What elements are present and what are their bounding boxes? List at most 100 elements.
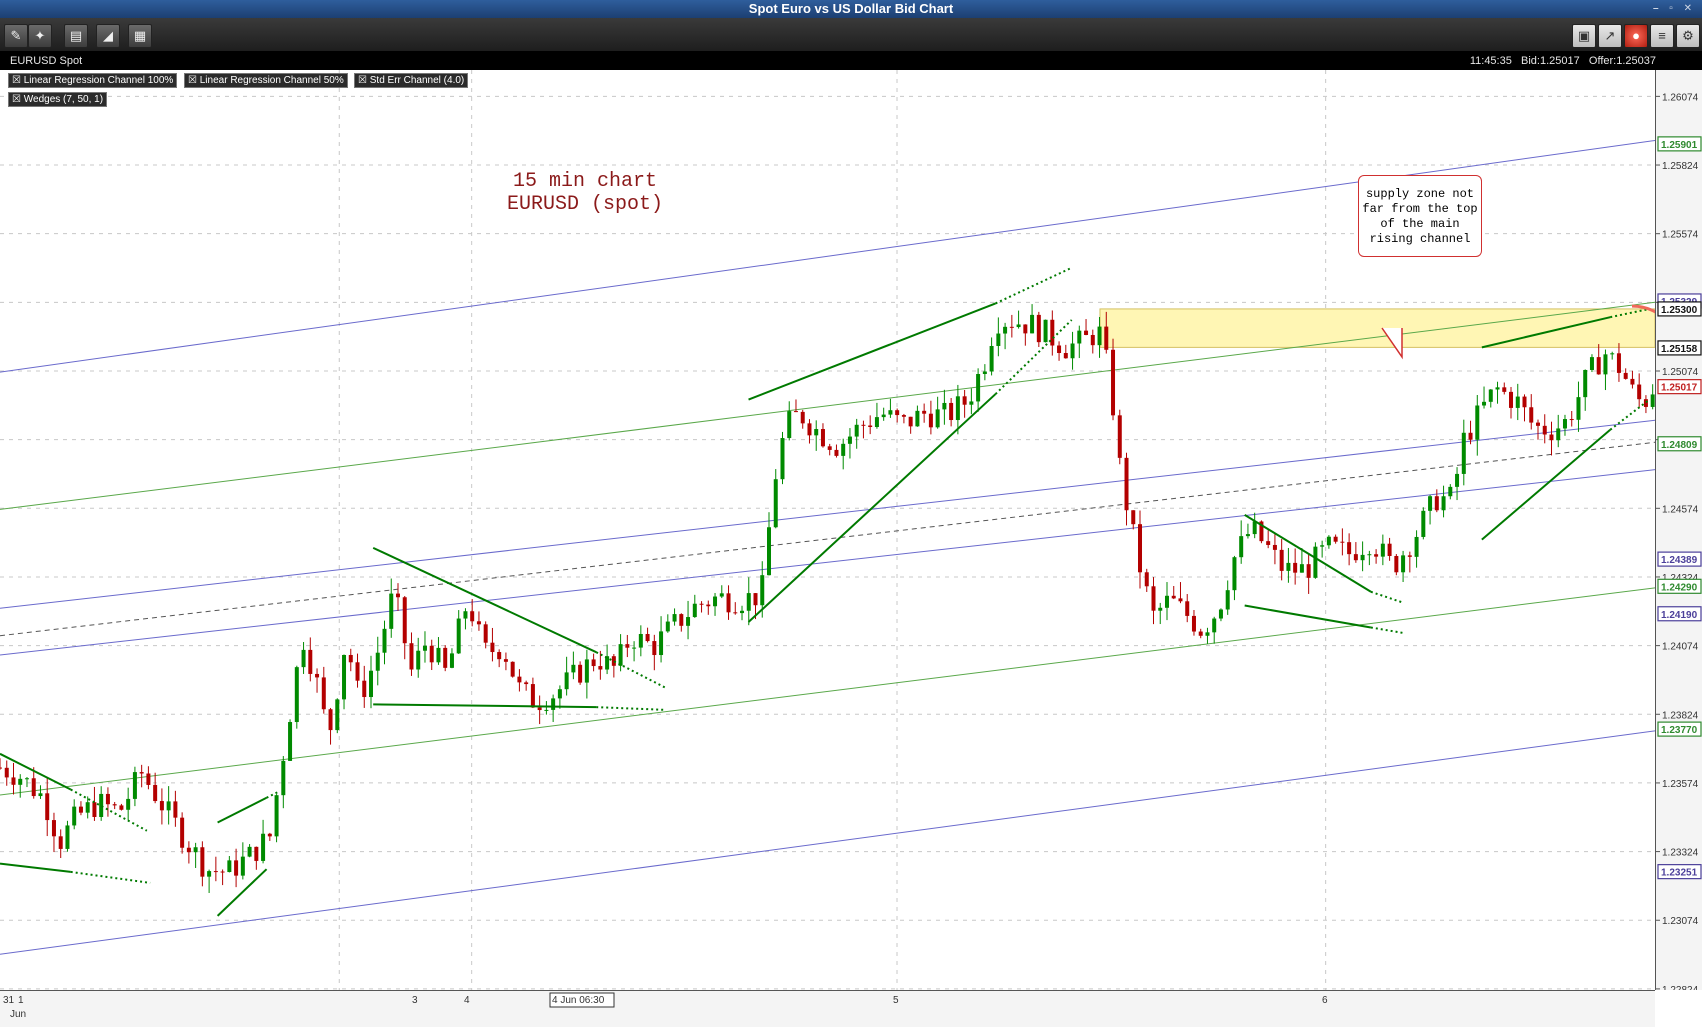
- candle-body: [766, 527, 771, 576]
- y-tick-label: 1.23824: [1662, 710, 1699, 721]
- candle-body: [186, 847, 191, 853]
- wedge-line: [216, 868, 268, 917]
- candle-body: [1360, 554, 1365, 561]
- candle-body: [139, 772, 144, 774]
- candle-body: [261, 833, 266, 861]
- indicator-chip[interactable]: ☒ Wedges (7, 50, 1): [8, 92, 108, 107]
- candle-body: [510, 661, 515, 677]
- candle-body: [800, 411, 805, 424]
- time-axis[interactable]: 31 1 Jun 3 4 4 Jun 06:30 5 6: [0, 990, 1655, 1027]
- candle-body: [1502, 387, 1507, 392]
- candle-body: [1455, 473, 1460, 487]
- candle-body: [1191, 615, 1196, 632]
- candle-body: [0, 767, 2, 769]
- candle-body: [78, 806, 83, 813]
- settings-icon[interactable]: ⚙: [1676, 24, 1700, 48]
- candle-body: [551, 698, 556, 710]
- candle-body: [584, 659, 589, 683]
- candle-body: [1643, 399, 1648, 407]
- candle-body: [969, 401, 974, 405]
- candle-body: [1576, 397, 1581, 420]
- pin-icon[interactable]: ✎: [4, 24, 28, 48]
- y-tick-label: 1.26074: [1662, 92, 1699, 103]
- candle-body: [1030, 314, 1035, 334]
- candle-body: [51, 820, 56, 837]
- indicator-chip[interactable]: ☒ Linear Regression Channel 50%: [184, 73, 348, 88]
- candle-body: [1320, 545, 1325, 547]
- candle-body: [645, 633, 650, 642]
- candle-body: [834, 449, 839, 456]
- candle-body: [1610, 353, 1615, 355]
- candle-body: [321, 677, 326, 710]
- wedge-line: [217, 796, 268, 824]
- candle-body: [1394, 555, 1399, 573]
- candle-body: [1245, 534, 1250, 537]
- draw-icon[interactable]: ◢: [96, 24, 120, 48]
- candle-body: [1077, 330, 1082, 344]
- offer-label: Offer:1.25037: [1588, 55, 1656, 67]
- indicator-chip[interactable]: ☒ Std Err Channel (4.0): [354, 73, 469, 88]
- candle-body: [92, 802, 97, 817]
- candle-body: [1428, 496, 1433, 511]
- candle-body: [1138, 524, 1143, 573]
- wedge-line: [748, 302, 996, 401]
- candle-body: [207, 871, 212, 877]
- candle-body: [1535, 422, 1540, 426]
- candle-body: [1313, 546, 1318, 578]
- candle-body: [240, 856, 245, 876]
- y-tick-label: 1.24074: [1662, 642, 1699, 653]
- grid-icon[interactable]: ▦: [128, 24, 152, 48]
- crosshair-icon[interactable]: ✦: [28, 24, 52, 48]
- quote-readout: 11:45:35 Bid:1.25017 Offer:1.25037: [1470, 52, 1656, 70]
- candle-body: [470, 611, 475, 622]
- print-icon[interactable]: ▤: [64, 24, 88, 48]
- time-axis-labels: 31 1 Jun 3 4 4 Jun 06:30 5 6: [3, 992, 1328, 1020]
- candle-body: [1583, 369, 1588, 398]
- candle-body: [868, 425, 873, 428]
- candle-body: [402, 597, 407, 644]
- candle-body: [1239, 536, 1244, 558]
- notes-icon[interactable]: ≡: [1650, 24, 1674, 48]
- candle-body: [1495, 387, 1500, 390]
- candle-body: [847, 436, 852, 444]
- candle-body: [1036, 314, 1041, 343]
- candle-body: [1468, 432, 1473, 440]
- chart-plot-area[interactable]: ☒ Linear Regression Channel 100% ☒ Linea…: [0, 70, 1702, 990]
- wedge-line: [1481, 429, 1611, 541]
- x-tick-label: Jun: [10, 1009, 26, 1020]
- alert-icon[interactable]: ●: [1624, 24, 1648, 48]
- candle-body: [787, 411, 792, 439]
- candle-body: [618, 644, 623, 666]
- candle-body: [1515, 396, 1520, 408]
- candle-body: [1293, 562, 1298, 573]
- candle-body: [1097, 326, 1102, 346]
- candle-body: [99, 793, 104, 817]
- candle-body: [153, 784, 158, 802]
- chart-icon[interactable]: ↗: [1598, 24, 1622, 48]
- candle-body: [443, 647, 448, 668]
- candle-body: [1340, 541, 1345, 543]
- wedge-projection: [596, 706, 666, 711]
- candle-body: [1299, 564, 1304, 573]
- regression-line: [0, 440, 1668, 637]
- candle-body: [173, 801, 178, 818]
- candle-body: [166, 801, 171, 811]
- regression-line: [0, 585, 1668, 796]
- candle-body: [1212, 618, 1217, 633]
- candle-body: [544, 709, 549, 711]
- candle-body: [814, 429, 819, 436]
- callout-line: far from the top: [1362, 202, 1478, 216]
- candle-body: [1104, 326, 1109, 350]
- candles: [0, 304, 1655, 893]
- candle-body: [1509, 391, 1514, 408]
- layout-icon[interactable]: ▣: [1572, 24, 1596, 48]
- window-controls[interactable]: – ▫ ✕: [1653, 0, 1696, 18]
- candle-body: [119, 805, 124, 810]
- candle-body: [281, 760, 286, 796]
- candle-body: [1003, 326, 1008, 334]
- x-tick-label: 4: [464, 995, 470, 1006]
- indicator-chip[interactable]: ☒ Linear Regression Channel 100%: [8, 73, 178, 88]
- price-axis[interactable]: 1.260741.258241.255741.253241.250741.248…: [1655, 70, 1702, 996]
- supply-zone: [1099, 308, 1656, 348]
- candle-body: [227, 860, 232, 873]
